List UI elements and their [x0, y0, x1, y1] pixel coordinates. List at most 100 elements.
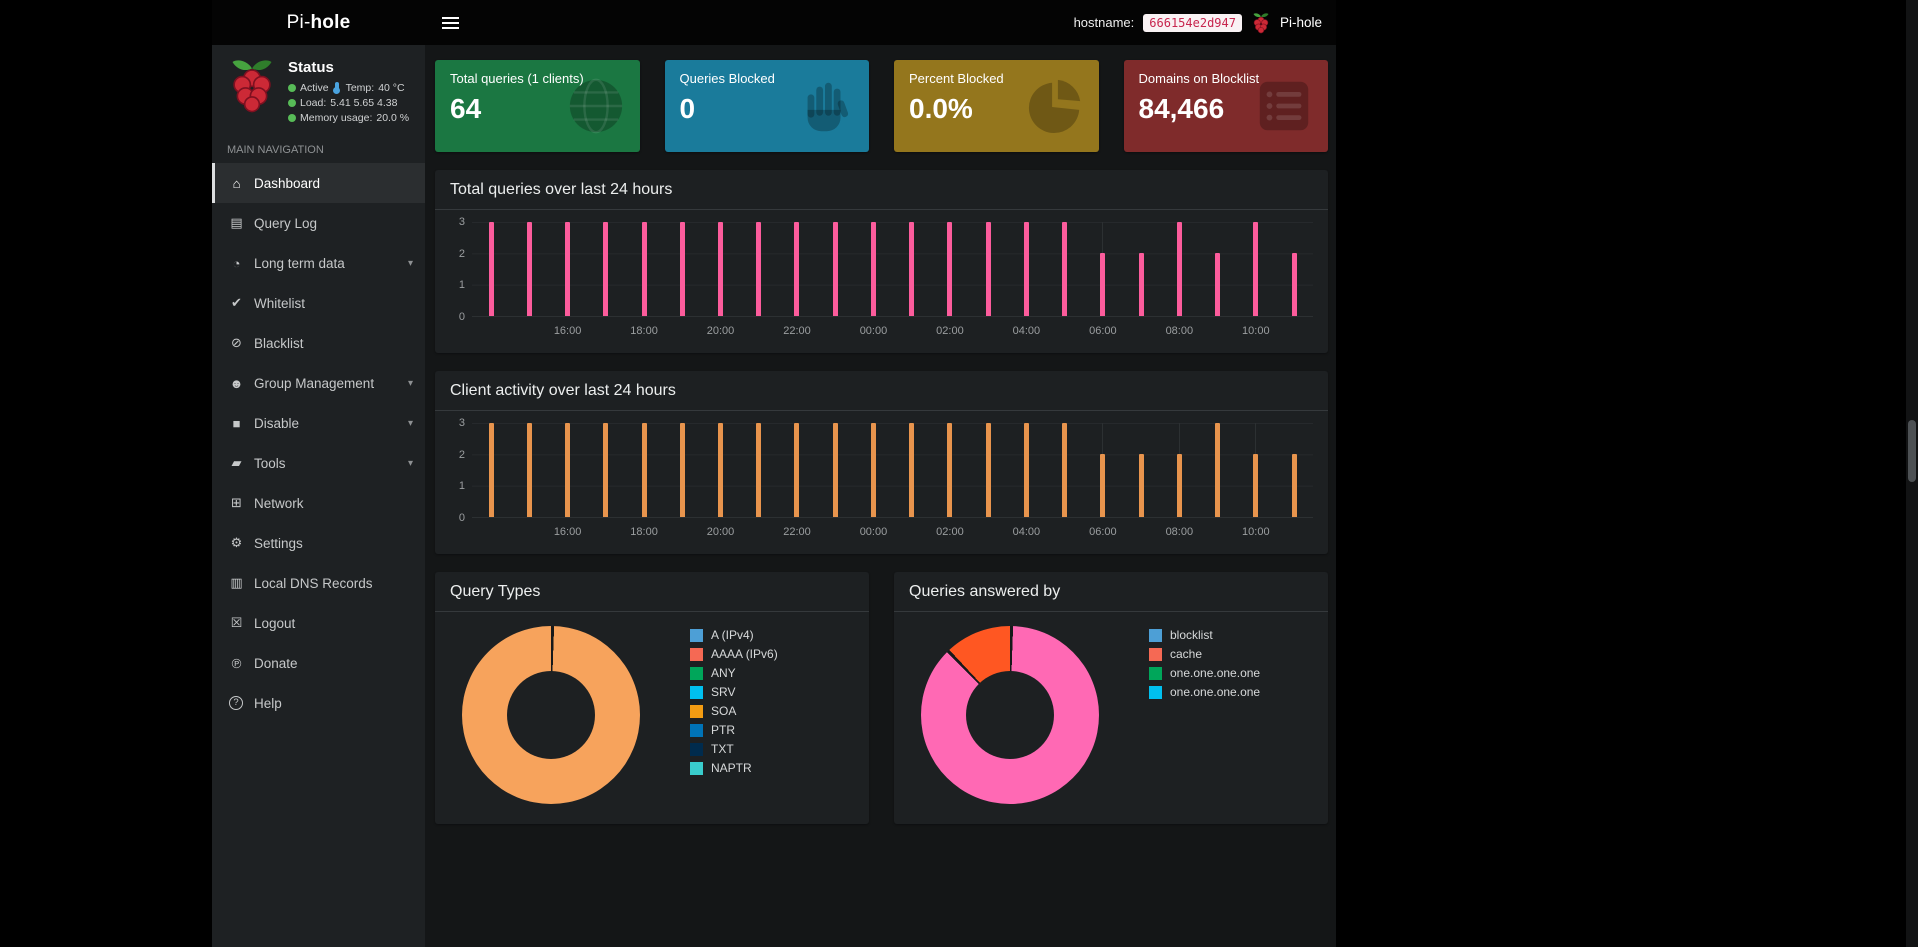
bar[interactable] [871, 222, 876, 316]
sidebar-item-whitelist[interactable]: ✔Whitelist [212, 283, 425, 323]
bar[interactable] [1177, 222, 1182, 316]
bar[interactable] [1139, 454, 1144, 517]
bar[interactable] [1024, 222, 1029, 316]
bar[interactable] [642, 423, 647, 517]
legend-item[interactable]: ANY [690, 666, 778, 680]
sidebar-toggle-button[interactable] [425, 0, 476, 45]
bar[interactable] [1100, 253, 1105, 316]
legend-item[interactable]: A (IPv4) [690, 628, 778, 642]
x-tick-spacer [663, 518, 701, 544]
scrollbar-thumb[interactable] [1908, 420, 1916, 482]
client-activity-chart[interactable]: 0123 16:0018:0020:0022:0000:0002:0004:00… [435, 411, 1328, 554]
sidebar-item-local-dns-records[interactable]: ▥Local DNS Records [212, 563, 425, 603]
bar[interactable] [565, 423, 570, 517]
plot-area[interactable] [472, 423, 1313, 518]
bar[interactable] [1062, 423, 1067, 517]
sidebar-item-tools[interactable]: ▰Tools▾ [212, 443, 425, 483]
x-tick-label: 00:00 [854, 317, 892, 343]
sidebar-item-query-log[interactable]: ▤Query Log [212, 203, 425, 243]
scrollbar[interactable] [1906, 0, 1918, 947]
legend-item[interactable]: blocklist [1149, 628, 1260, 642]
bar[interactable] [756, 222, 761, 316]
bar[interactable] [986, 222, 991, 316]
bar[interactable] [565, 222, 570, 316]
bar[interactable] [603, 222, 608, 316]
bar[interactable] [1215, 423, 1220, 517]
legend-item[interactable]: SOA [690, 704, 778, 718]
sidebar-item-label: Donate [254, 656, 298, 671]
bar[interactable] [1024, 423, 1029, 517]
sidebar-item-network[interactable]: ⊞Network [212, 483, 425, 523]
bar[interactable] [718, 423, 723, 517]
bar[interactable] [527, 423, 532, 517]
bar[interactable] [1292, 253, 1297, 316]
bar[interactable] [833, 222, 838, 316]
bar[interactable] [794, 423, 799, 517]
legend-item[interactable]: one.one.one.one [1149, 685, 1260, 699]
sidebar-item-group-management[interactable]: ☻Group Management▾ [212, 363, 425, 403]
bar[interactable] [947, 423, 952, 517]
sidebar-item-help[interactable]: ?Help [212, 683, 425, 723]
sidebar-item-disable[interactable]: ■Disable▾ [212, 403, 425, 443]
bar[interactable] [1139, 253, 1144, 316]
bar[interactable] [489, 423, 494, 517]
bar[interactable] [680, 222, 685, 316]
y-axis: 0123 [445, 423, 472, 518]
bar-slot [893, 222, 931, 316]
legend-item[interactable]: one.one.one.one [1149, 666, 1260, 680]
legend-item[interactable]: TXT [690, 742, 778, 756]
bar[interactable] [756, 423, 761, 517]
app-window: Pi-hole hostname: 666154e2d947 Pi-hole [212, 0, 1336, 947]
bar[interactable] [1292, 454, 1297, 517]
queries-answered-donut[interactable] [921, 626, 1099, 804]
bar[interactable] [794, 222, 799, 316]
bar[interactable] [1100, 454, 1105, 517]
sidebar-item-long-term-data[interactable]: ◔Long term data▾ [212, 243, 425, 283]
bar[interactable] [909, 222, 914, 316]
bar[interactable] [718, 222, 723, 316]
bar[interactable] [871, 423, 876, 517]
bar[interactable] [680, 423, 685, 517]
users-icon: ☻ [228, 376, 245, 391]
bar[interactable] [1253, 222, 1258, 316]
query-types-donut[interactable] [462, 626, 640, 804]
bar-slot [1122, 222, 1160, 316]
legend-item[interactable]: cache [1149, 647, 1260, 661]
sidebar-item-dashboard[interactable]: ⌂Dashboard [212, 163, 425, 203]
total-queries-chart[interactable]: 0123 16:0018:0020:0022:0000:0002:0004:00… [435, 210, 1328, 353]
sidebar-item-label: Local DNS Records [254, 576, 373, 591]
bar-slot [816, 423, 854, 517]
bar[interactable] [947, 222, 952, 316]
bar-slot [931, 222, 969, 316]
bar[interactable] [909, 423, 914, 517]
bar[interactable] [986, 423, 991, 517]
app-logo[interactable]: Pi-hole [212, 0, 425, 45]
query-types-chart: A (IPv4) AAAA (IPv6) ANY SRV SOA PTR TXT NAPTR [435, 612, 869, 824]
bar[interactable] [527, 222, 532, 316]
x-tick-label: 02:00 [931, 317, 969, 343]
legend-item[interactable]: PTR [690, 723, 778, 737]
bar[interactable] [1177, 454, 1182, 517]
x-tick-spacer [1122, 518, 1160, 544]
bar[interactable] [489, 222, 494, 316]
sidebar-item-settings[interactable]: ⚙Settings [212, 523, 425, 563]
legend-item[interactable]: NAPTR [690, 761, 778, 775]
bar[interactable] [603, 423, 608, 517]
hostname-badge: 666154e2d947 [1143, 14, 1242, 32]
bar[interactable] [1253, 454, 1258, 517]
sidebar-item-label: Tools [254, 456, 286, 471]
legend-swatch [690, 724, 703, 737]
sidebar-item-logout[interactable]: ☒Logout [212, 603, 425, 643]
bar[interactable] [1215, 253, 1220, 316]
x-tick-label: 22:00 [778, 518, 816, 544]
bar[interactable] [1062, 222, 1067, 316]
bar[interactable] [833, 423, 838, 517]
bar-slot [778, 222, 816, 316]
sidebar-item-donate[interactable]: ℗Donate [212, 643, 425, 683]
sidebar-item-blacklist[interactable]: ⊘Blacklist [212, 323, 425, 363]
legend-item[interactable]: SRV [690, 685, 778, 699]
plot-area[interactable] [472, 222, 1313, 317]
x-tick-spacer [816, 317, 854, 343]
bar[interactable] [642, 222, 647, 316]
legend-item[interactable]: AAAA (IPv6) [690, 647, 778, 661]
